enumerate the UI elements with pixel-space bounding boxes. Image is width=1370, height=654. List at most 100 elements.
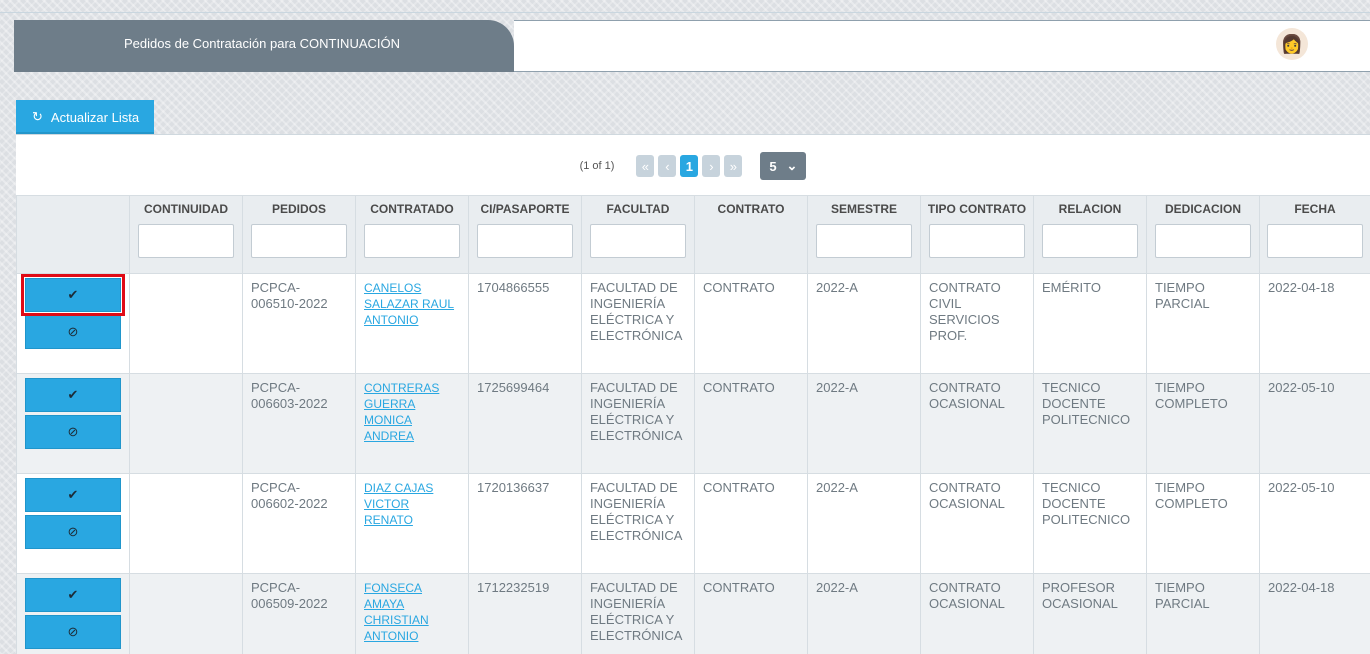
cell-continuidad bbox=[129, 473, 243, 574]
cell-fecha: 2022-05-10 bbox=[1259, 473, 1370, 574]
reject-button[interactable]: ⊘ bbox=[25, 615, 121, 649]
cell-relacion: EMÉRITO bbox=[1033, 273, 1147, 374]
refresh-list-button[interactable]: ↻ Actualizar Lista bbox=[16, 100, 154, 134]
reject-button[interactable]: ⊘ bbox=[25, 415, 121, 449]
refresh-icon: ↻ bbox=[32, 109, 43, 124]
cell-contrato: CONTRATO bbox=[694, 573, 808, 654]
filter-input-fecha[interactable] bbox=[1267, 224, 1363, 258]
cell-ci: 1720136637 bbox=[468, 473, 582, 574]
cell-continuidad bbox=[129, 373, 243, 474]
cell-fecha: 2022-05-10 bbox=[1259, 373, 1370, 474]
cell-tipo: CONTRATO OCASIONAL bbox=[920, 473, 1034, 574]
requests-table: CONTINUIDAD PEDIDOS CONTRATADO CI/PASAPO… bbox=[16, 195, 1370, 654]
reject-button[interactable]: ⊘ bbox=[25, 315, 121, 349]
cell-ci: 1725699464 bbox=[468, 373, 582, 474]
row-actions: ✔ ⊘ bbox=[16, 273, 130, 374]
row-actions: ✔ ⊘ bbox=[16, 573, 130, 654]
cell-contratado: CONTRERAS GUERRA MONICA ANDREA bbox=[355, 373, 469, 474]
page-info: (1 of 1) bbox=[579, 160, 615, 172]
column-header-dedicacion: DEDICACION bbox=[1146, 195, 1260, 274]
cell-semestre: 2022-A bbox=[807, 373, 921, 474]
cell-dedicacion: TIEMPO PARCIAL bbox=[1146, 573, 1260, 654]
requests-panel: (1 of 1) « ‹ 1 › » 5 ⌄ CONTINUIDAD PEDID… bbox=[16, 134, 1370, 654]
column-header-contratado: CONTRATADO bbox=[355, 195, 469, 274]
cell-contratado: CANELOS SALAZAR RAUL ANTONIO bbox=[355, 273, 469, 374]
chevron-down-icon: ⌄ bbox=[786, 158, 798, 173]
row-actions: ✔ ⊘ bbox=[16, 373, 130, 474]
cell-ci: 1712232519 bbox=[468, 573, 582, 654]
cell-pedido: PCPCA-006602-2022 bbox=[242, 473, 356, 574]
approve-button[interactable]: ✔ bbox=[25, 578, 121, 612]
cell-facultad: FACULTAD DE INGENIERÍA ELÉCTRICA Y ELECT… bbox=[581, 573, 695, 654]
cell-contratado: FONSECA AMAYA CHRISTIAN ANTONIO bbox=[355, 573, 469, 654]
cell-tipo: CONTRATO OCASIONAL bbox=[920, 373, 1034, 474]
cell-semestre: 2022-A bbox=[807, 573, 921, 654]
contratado-link[interactable]: DIAZ CAJAS VICTOR RENATO bbox=[364, 481, 433, 527]
cell-pedido: PCPCA-006603-2022 bbox=[242, 373, 356, 474]
column-header-semestre: SEMESTRE bbox=[807, 195, 921, 274]
cell-tipo: CONTRATO OCASIONAL bbox=[920, 573, 1034, 654]
column-header-continuidad: CONTINUIDAD bbox=[129, 195, 243, 274]
column-header-facultad: FACULTAD bbox=[581, 195, 695, 274]
page-header: Pedidos de Contratación para CONTINUACIÓ… bbox=[14, 20, 1370, 72]
reject-button[interactable]: ⊘ bbox=[25, 515, 121, 549]
filter-input-ci[interactable] bbox=[477, 224, 573, 258]
prev-page-button[interactable]: ‹ bbox=[658, 155, 677, 177]
column-header-contrato: CONTRATO bbox=[694, 195, 808, 274]
approve-button[interactable]: ✔ bbox=[21, 274, 125, 316]
approve-button[interactable]: ✔ bbox=[25, 478, 121, 512]
avatar-icon[interactable]: 👩 bbox=[1276, 28, 1308, 60]
table-header-row: CONTINUIDAD PEDIDOS CONTRATADO CI/PASAPO… bbox=[16, 195, 1370, 274]
column-header-fecha: FECHA bbox=[1259, 195, 1370, 274]
filter-input-pedidos[interactable] bbox=[251, 224, 347, 258]
rows-per-page-select[interactable]: 5 ⌄ bbox=[760, 152, 807, 180]
top-divider bbox=[0, 12, 1370, 13]
first-page-button[interactable]: « bbox=[636, 155, 655, 177]
cell-contrato: CONTRATO bbox=[694, 273, 808, 374]
column-header-relacion: RELACION bbox=[1033, 195, 1147, 274]
paginator: (1 of 1) « ‹ 1 › » 5 ⌄ bbox=[16, 151, 1370, 181]
cell-semestre: 2022-A bbox=[807, 473, 921, 574]
filter-input-tipo-contrato[interactable] bbox=[929, 224, 1025, 258]
filter-input-semestre[interactable] bbox=[816, 224, 912, 258]
filter-input-contratado[interactable] bbox=[364, 224, 460, 258]
cell-dedicacion: TIEMPO COMPLETO bbox=[1146, 473, 1260, 574]
cell-fecha: 2022-04-18 bbox=[1259, 573, 1370, 654]
table-row: ✔ ⊘ PCPCA-006603-2022 CONTRERAS GUERRA M… bbox=[16, 373, 1370, 474]
cell-relacion: TECNICO DOCENTE POLITECNICO bbox=[1033, 373, 1147, 474]
filter-input-facultad[interactable] bbox=[590, 224, 686, 258]
cell-pedido: PCPCA-006510-2022 bbox=[242, 273, 356, 374]
cell-tipo: CONTRATO CIVIL SERVICIOS PROF. bbox=[920, 273, 1034, 374]
last-page-button[interactable]: » bbox=[724, 155, 743, 177]
next-page-button[interactable]: › bbox=[702, 155, 721, 177]
filter-input-dedicacion[interactable] bbox=[1155, 224, 1251, 258]
cell-semestre: 2022-A bbox=[807, 273, 921, 374]
column-header-actions bbox=[16, 195, 130, 274]
filter-input-continuidad[interactable] bbox=[138, 224, 234, 258]
refresh-label: Actualizar Lista bbox=[50, 109, 140, 125]
rows-per-page-value: 5 bbox=[769, 158, 777, 174]
cell-ci: 1704866555 bbox=[468, 273, 582, 374]
column-header-ci: CI/PASAPORTE bbox=[468, 195, 582, 274]
cell-facultad: FACULTAD DE INGENIERÍA ELÉCTRICA Y ELECT… bbox=[581, 373, 695, 474]
cell-facultad: FACULTAD DE INGENIERÍA ELÉCTRICA Y ELECT… bbox=[581, 473, 695, 574]
column-header-pedidos: PEDIDOS bbox=[242, 195, 356, 274]
cell-contratado: DIAZ CAJAS VICTOR RENATO bbox=[355, 473, 469, 574]
contratado-link[interactable]: CANELOS SALAZAR RAUL ANTONIO bbox=[364, 281, 454, 327]
cell-continuidad bbox=[129, 573, 243, 654]
cell-fecha: 2022-04-18 bbox=[1259, 273, 1370, 374]
table-row: ✔ ⊘ PCPCA-006510-2022 CANELOS SALAZAR RA… bbox=[16, 273, 1370, 374]
page-1-button[interactable]: 1 bbox=[680, 155, 699, 177]
cell-contrato: CONTRATO bbox=[694, 473, 808, 574]
cell-pedido: PCPCA-006509-2022 bbox=[242, 573, 356, 654]
approve-button[interactable]: ✔ bbox=[25, 378, 121, 412]
cell-relacion: PROFESOR OCASIONAL bbox=[1033, 573, 1147, 654]
cell-contrato: CONTRATO bbox=[694, 373, 808, 474]
header-spacer bbox=[514, 20, 1370, 72]
cell-continuidad bbox=[129, 273, 243, 374]
contratado-link[interactable]: FONSECA AMAYA CHRISTIAN ANTONIO bbox=[364, 581, 429, 643]
cell-relacion: TECNICO DOCENTE POLITECNICO bbox=[1033, 473, 1147, 574]
cell-dedicacion: TIEMPO PARCIAL bbox=[1146, 273, 1260, 374]
contratado-link[interactable]: CONTRERAS GUERRA MONICA ANDREA bbox=[364, 381, 439, 443]
filter-input-relacion[interactable] bbox=[1042, 224, 1138, 258]
